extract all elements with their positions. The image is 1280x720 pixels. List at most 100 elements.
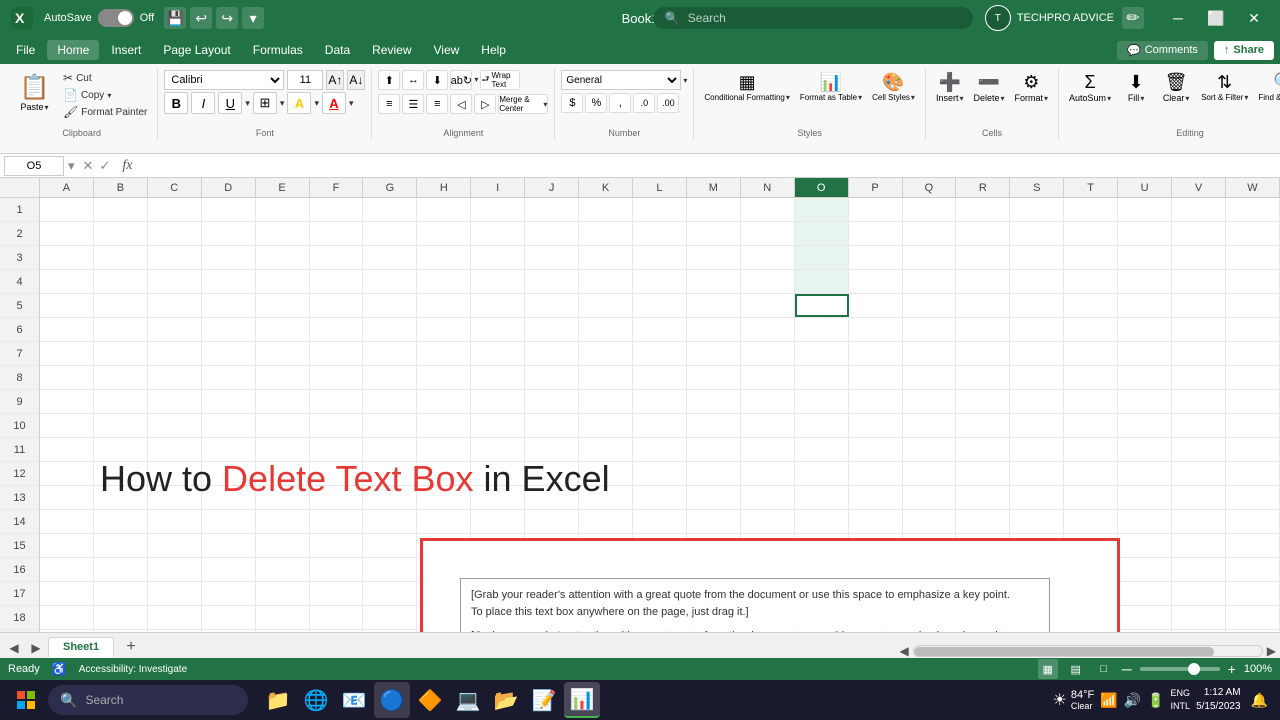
cell-H1[interactable] bbox=[417, 198, 471, 221]
scroll-left-icon[interactable]: ◀ bbox=[900, 644, 909, 658]
cell-S4[interactable] bbox=[1010, 270, 1064, 293]
sheet-nav-right[interactable]: ▶ bbox=[26, 638, 46, 658]
cell-T7[interactable] bbox=[1064, 342, 1118, 365]
cell-R4[interactable] bbox=[956, 270, 1010, 293]
underline-dropdown[interactable]: ▾ bbox=[245, 92, 250, 114]
cell-V16[interactable] bbox=[1172, 558, 1226, 581]
cell-R12[interactable] bbox=[956, 462, 1010, 485]
horizontal-scrollbar[interactable] bbox=[913, 645, 1263, 657]
menu-help[interactable]: Help bbox=[471, 40, 516, 60]
cell-A14[interactable] bbox=[40, 510, 94, 533]
cell-G18[interactable] bbox=[363, 606, 417, 629]
cell-P9[interactable] bbox=[849, 390, 903, 413]
cell-C2[interactable] bbox=[148, 222, 202, 245]
redo-icon[interactable]: ↪ bbox=[216, 7, 238, 29]
cell-W12[interactable] bbox=[1226, 462, 1280, 485]
cell-Q5[interactable] bbox=[903, 294, 957, 317]
cell-N6[interactable] bbox=[741, 318, 795, 341]
cell-G15[interactable] bbox=[363, 534, 417, 557]
cell-J13[interactable] bbox=[525, 486, 579, 509]
cell-R3[interactable] bbox=[956, 246, 1010, 269]
cell-O10[interactable] bbox=[795, 414, 849, 437]
fill-color-button[interactable]: A bbox=[287, 92, 311, 114]
cell-R7[interactable] bbox=[956, 342, 1010, 365]
cell-J3[interactable] bbox=[525, 246, 579, 269]
cell-T1[interactable] bbox=[1064, 198, 1118, 221]
cell-P3[interactable] bbox=[849, 246, 903, 269]
menu-insert[interactable]: Insert bbox=[101, 40, 151, 60]
cell-F8[interactable] bbox=[310, 366, 364, 389]
cell-E9[interactable] bbox=[256, 390, 310, 413]
cell-H11[interactable] bbox=[417, 438, 471, 461]
cell-I1[interactable] bbox=[471, 198, 525, 221]
cell-W19[interactable] bbox=[1226, 630, 1280, 632]
cell-O12[interactable] bbox=[795, 462, 849, 485]
cell-A11[interactable] bbox=[40, 438, 94, 461]
cell-E12[interactable] bbox=[256, 462, 310, 485]
cell-C7[interactable] bbox=[148, 342, 202, 365]
cell-U2[interactable] bbox=[1118, 222, 1172, 245]
wrap-text-button[interactable]: ⮐Wrap Text bbox=[480, 70, 520, 90]
cell-M5[interactable] bbox=[687, 294, 741, 317]
italic-button[interactable]: I bbox=[191, 92, 215, 114]
cell-U1[interactable] bbox=[1118, 198, 1172, 221]
menu-review[interactable]: Review bbox=[362, 40, 421, 60]
cell-S11[interactable] bbox=[1010, 438, 1064, 461]
cell-U15[interactable] bbox=[1118, 534, 1172, 557]
cell-P8[interactable] bbox=[849, 366, 903, 389]
search-input[interactable] bbox=[688, 11, 888, 25]
cell-J4[interactable] bbox=[525, 270, 579, 293]
cell-J1[interactable] bbox=[525, 198, 579, 221]
menu-page-layout[interactable]: Page Layout bbox=[153, 40, 240, 60]
col-header-J[interactable]: J bbox=[525, 178, 579, 197]
cell-R11[interactable] bbox=[956, 438, 1010, 461]
cell-S9[interactable] bbox=[1010, 390, 1064, 413]
cell-L7[interactable] bbox=[633, 342, 687, 365]
cell-L11[interactable] bbox=[633, 438, 687, 461]
cell-A5[interactable] bbox=[40, 294, 94, 317]
cell-H2[interactable] bbox=[417, 222, 471, 245]
formula-dropdown-arrow[interactable]: ▾ bbox=[68, 158, 75, 174]
cell-F12[interactable] bbox=[310, 462, 364, 485]
cell-W16[interactable] bbox=[1226, 558, 1280, 581]
cell-I9[interactable] bbox=[471, 390, 525, 413]
cell-J14[interactable] bbox=[525, 510, 579, 533]
cell-N2[interactable] bbox=[741, 222, 795, 245]
increase-decimal-button[interactable]: .00 bbox=[657, 93, 679, 113]
search-box[interactable]: 🔍 bbox=[653, 7, 973, 29]
cell-M13[interactable] bbox=[687, 486, 741, 509]
cell-B6[interactable] bbox=[94, 318, 148, 341]
cell-A3[interactable] bbox=[40, 246, 94, 269]
col-header-C[interactable]: C bbox=[148, 178, 202, 197]
cell-S8[interactable] bbox=[1010, 366, 1064, 389]
cell-F10[interactable] bbox=[310, 414, 364, 437]
cell-A15[interactable] bbox=[40, 534, 94, 557]
col-header-O[interactable]: O bbox=[795, 178, 849, 197]
cell-O4[interactable] bbox=[795, 270, 849, 293]
cell-J2[interactable] bbox=[525, 222, 579, 245]
cell-G9[interactable] bbox=[363, 390, 417, 413]
cell-L6[interactable] bbox=[633, 318, 687, 341]
cut-button[interactable]: ✂ Cut bbox=[59, 70, 151, 86]
decrease-decimal-button[interactable]: .0 bbox=[633, 93, 655, 113]
col-header-U[interactable]: U bbox=[1118, 178, 1172, 197]
cell-V13[interactable] bbox=[1172, 486, 1226, 509]
start-button[interactable] bbox=[8, 682, 44, 718]
insert-cells-button[interactable]: ➕ Insert ▾ bbox=[932, 70, 968, 105]
cell-F5[interactable] bbox=[310, 294, 364, 317]
cell-A8[interactable] bbox=[40, 366, 94, 389]
row-12[interactable]: 12 bbox=[0, 462, 39, 486]
cell-O14[interactable] bbox=[795, 510, 849, 533]
cell-P11[interactable] bbox=[849, 438, 903, 461]
cell-A17[interactable] bbox=[40, 582, 94, 605]
cell-I2[interactable] bbox=[471, 222, 525, 245]
cell-B15[interactable] bbox=[94, 534, 148, 557]
cell-D2[interactable] bbox=[202, 222, 256, 245]
sort-filter-button[interactable]: ⇅ Sort & Filter ▾ bbox=[1197, 70, 1252, 105]
cell-O5[interactable] bbox=[795, 294, 849, 317]
taskbar-search-button[interactable]: 🔍 Search bbox=[48, 685, 248, 715]
cell-N10[interactable] bbox=[741, 414, 795, 437]
sheet-tab-sheet1[interactable]: Sheet1 bbox=[48, 637, 114, 658]
cell-C5[interactable] bbox=[148, 294, 202, 317]
cell-F19[interactable] bbox=[310, 630, 364, 632]
